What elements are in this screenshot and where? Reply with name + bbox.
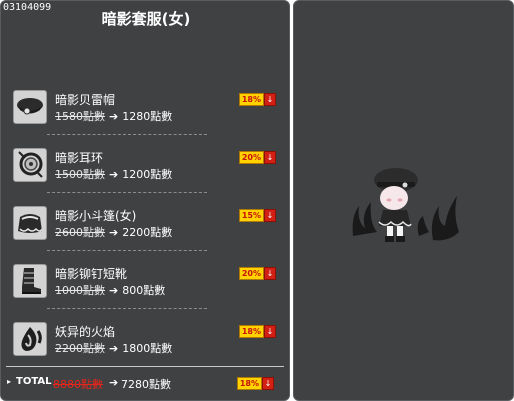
beret-icon <box>13 90 47 124</box>
discount-badge: 18% ↓ <box>238 93 277 106</box>
flame-icon <box>13 322 47 356</box>
item-new-price: 1280點數 <box>122 110 173 123</box>
discount-badge: 20% ↓ <box>238 267 277 280</box>
item-divider <box>47 308 207 309</box>
discount-badge: 18% ↓ <box>236 377 275 390</box>
discount-percent: 18% <box>238 325 264 338</box>
item-name: 妖异的火焰 <box>55 325 116 339</box>
discount-badge: 20% ↓ <box>238 151 277 164</box>
item-price: 1000點數 ➔ 800點數 <box>55 282 165 298</box>
item-original-price: 2200點數 <box>55 342 105 355</box>
item-new-price: 1800點數 <box>122 342 173 355</box>
down-arrow-icon: ↓ <box>264 151 276 164</box>
item-new-price: 2200點數 <box>122 226 173 239</box>
item-price: 2200點數 ➔ 1800點數 <box>55 340 172 356</box>
total-label: TOTAL <box>16 376 52 387</box>
package-title: 暗影套服(女) <box>101 10 191 28</box>
item-new-price: 1200點數 <box>122 168 173 181</box>
item-divider <box>47 134 207 135</box>
package-item[interactable]: 妖异的火焰 2200點數 ➔ 1800點數 18% ↓ <box>9 320 285 370</box>
down-arrow-icon: ↓ <box>264 267 276 280</box>
character-preview <box>349 166 461 250</box>
discount-percent: 20% <box>238 267 264 280</box>
pointer-icon: ▸ <box>7 377 12 386</box>
arrow-icon: ➔ <box>109 284 119 297</box>
item-original-price: 1500點數 <box>55 168 105 181</box>
item-original-price: 1580點數 <box>55 110 105 123</box>
arrow-icon: ➔ <box>109 376 119 389</box>
item-name: 暗影小斗篷(女) <box>55 209 137 223</box>
package-item[interactable]: 暗影耳环 1500點數 ➔ 1200點數 20% ↓ <box>9 146 285 196</box>
package-item[interactable]: 暗影贝雷帽 1580點數 ➔ 1280點數 18% ↓ <box>9 88 285 138</box>
down-arrow-icon: ↓ <box>262 377 274 390</box>
item-divider <box>47 192 207 193</box>
total-original-price: 8880點數 <box>53 378 103 391</box>
total-separator <box>6 366 284 367</box>
package-item[interactable]: 暗影小斗篷(女) 2600點數 ➔ 2200點數 15% ↓ <box>9 204 285 254</box>
item-new-price: 800點數 <box>122 284 166 297</box>
arrow-icon: ➔ <box>109 226 119 239</box>
discount-badge: 18% ↓ <box>238 325 277 338</box>
item-divider <box>47 250 207 251</box>
discount-percent: 15% <box>238 209 264 222</box>
item-original-price: 1000點數 <box>55 284 105 297</box>
earring-icon <box>13 148 47 182</box>
item-name: 暗影耳环 <box>55 151 104 165</box>
item-price: 1500點數 ➔ 1200點數 <box>55 166 172 182</box>
arrow-icon: ➔ <box>109 168 119 181</box>
discount-percent: 18% <box>236 377 262 390</box>
down-arrow-icon: ↓ <box>264 209 276 222</box>
package-detail-panel: 03104099 暗影套服(女) 暗影贝雷帽 1580點數 ➔ 1280點數 18%… <box>0 0 290 401</box>
down-arrow-icon: ↓ <box>264 93 276 106</box>
discount-percent: 18% <box>238 93 264 106</box>
discount-badge: 15% ↓ <box>238 209 277 222</box>
item-price: 1580點數 ➔ 1280點數 <box>55 108 172 124</box>
arrow-icon: ➔ <box>109 110 119 123</box>
character-preview-panel <box>293 0 514 401</box>
discount-percent: 20% <box>238 151 264 164</box>
boots-icon <box>13 264 47 298</box>
total-row: ▸ TOTAL 8880點數 ➔ 7280點數 18% ↓ <box>7 376 283 392</box>
down-arrow-icon: ↓ <box>264 325 276 338</box>
item-name: 暗影贝雷帽 <box>55 93 116 107</box>
item-original-price: 2600點數 <box>55 226 105 239</box>
total-new-price: 7280點數 <box>121 378 171 391</box>
item-price: 2600點數 ➔ 2200點數 <box>55 224 172 240</box>
package-item[interactable]: 暗影铆钉短靴 1000點數 ➔ 800點數 20% ↓ <box>9 262 285 312</box>
cape-icon <box>13 206 47 240</box>
arrow-icon: ➔ <box>109 342 119 355</box>
item-name: 暗影铆钉短靴 <box>55 267 128 281</box>
